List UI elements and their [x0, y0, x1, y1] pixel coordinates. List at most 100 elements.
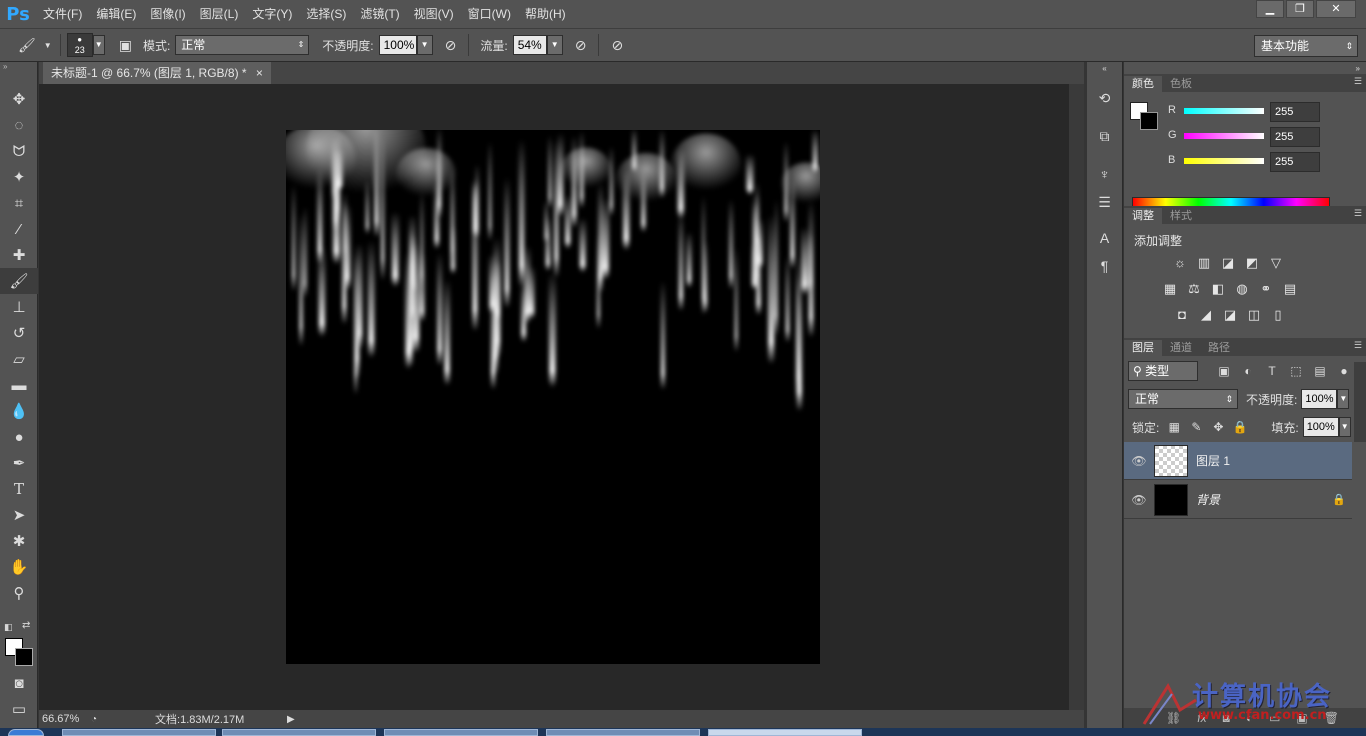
color-lookup-icon[interactable]: ▤ — [1280, 280, 1300, 298]
workspace-select[interactable]: 基本功能 ⇕ — [1254, 35, 1358, 57]
tab-layers[interactable]: 图层 — [1124, 340, 1162, 356]
r-value-field[interactable]: 255 — [1270, 102, 1320, 122]
layer-row-layer1[interactable]: 👁 图层 1 — [1124, 442, 1352, 480]
crop-tool-icon[interactable]: ⌗ — [0, 190, 38, 216]
dodge-tool-icon[interactable]: ● — [0, 424, 38, 450]
visibility-eye-icon[interactable]: 👁 — [1124, 454, 1154, 468]
add-mask-icon[interactable]: ◙ — [1223, 711, 1230, 725]
color-balance-icon[interactable]: ⚖ — [1184, 280, 1204, 298]
collapse-dock-icon[interactable]: « — [1087, 62, 1122, 74]
menu-window[interactable]: 窗口(W) — [461, 0, 518, 28]
brush-size-dropdown[interactable]: ▼ — [92, 35, 105, 55]
hue-saturation-icon[interactable]: ▦ — [1160, 280, 1180, 298]
type-filter-icon[interactable]: T — [1260, 364, 1284, 378]
properties-panel-icon[interactable]: ⧉ — [1087, 122, 1122, 150]
layer-opacity-dropdown[interactable]: ▼ — [1337, 389, 1350, 409]
menu-layer[interactable]: 图层(L) — [193, 0, 246, 28]
layer-row-background[interactable]: 👁 背景 🔒 — [1124, 481, 1352, 519]
menu-select[interactable]: 选择(S) — [299, 0, 353, 28]
collapse-panels-icon[interactable]: » — [1124, 62, 1366, 74]
pixel-filter-icon[interactable]: ▣ — [1212, 364, 1236, 378]
tab-styles[interactable]: 样式 — [1162, 208, 1200, 224]
black-white-icon[interactable]: ◧ — [1208, 280, 1228, 298]
pressure-size-icon[interactable]: ⊘ — [605, 37, 629, 54]
tab-channels[interactable]: 通道 — [1162, 340, 1200, 356]
lasso-tool-icon[interactable]: ᗢ — [0, 138, 38, 164]
vertical-scrollbar[interactable] — [1069, 84, 1084, 710]
zoom-level[interactable]: 66.67% — [39, 713, 91, 725]
fill-field[interactable]: 100% — [1302, 417, 1339, 437]
canvas-workspace[interactable] — [39, 84, 1069, 710]
eyedropper-tool-icon[interactable]: ⁄ — [0, 216, 38, 242]
g-slider[interactable] — [1184, 133, 1264, 139]
pressure-opacity-icon[interactable]: ⊘ — [439, 37, 463, 54]
collapse-toolbar-icon[interactable]: » — [0, 62, 37, 74]
taskbar-item[interactable] — [222, 729, 376, 736]
restore-button[interactable]: ❐ — [1286, 0, 1314, 18]
opacity-dropdown[interactable]: ▼ — [416, 35, 433, 55]
menu-image[interactable]: 图像(I) — [143, 0, 192, 28]
screen-mode-icon[interactable]: ▭ — [0, 696, 38, 722]
panel-menu-icon[interactable]: ☰ — [1354, 76, 1362, 87]
path-selection-tool-icon[interactable]: ➤ — [0, 502, 38, 528]
selective-color-icon[interactable]: ◫ — [1244, 306, 1264, 324]
tab-color[interactable]: 颜色 — [1124, 76, 1162, 92]
chevron-down-icon[interactable]: ▼ — [42, 41, 54, 50]
taskbar-item[interactable] — [62, 729, 216, 736]
brightness-contrast-icon[interactable]: ☼ — [1170, 254, 1190, 272]
menu-file[interactable]: 文件(F) — [36, 0, 89, 28]
adjustment-filter-icon[interactable]: ◐ — [1236, 364, 1260, 378]
r-slider[interactable] — [1184, 108, 1264, 114]
opacity-field[interactable]: 100% — [378, 35, 417, 55]
custom-shape-tool-icon[interactable]: ✱ — [0, 528, 38, 554]
fill-dropdown[interactable]: ▼ — [1338, 417, 1351, 437]
menu-help[interactable]: 帮助(H) — [518, 0, 573, 28]
blend-mode-select[interactable]: 正常 ⇕ — [1128, 389, 1238, 409]
taskbar-item[interactable] — [384, 729, 538, 736]
gradient-map-icon[interactable]: ▯ — [1268, 306, 1288, 324]
threshold-icon[interactable]: ◪ — [1220, 306, 1240, 324]
background-color-swatch[interactable] — [15, 648, 33, 666]
airbrush-icon[interactable]: ⊘ — [569, 37, 593, 54]
b-slider[interactable] — [1184, 158, 1264, 164]
photo-filter-icon[interactable]: ◍ — [1232, 280, 1252, 298]
type-tool-icon[interactable]: T — [0, 476, 38, 502]
status-menu-icon[interactable]: ◔ — [91, 714, 97, 725]
clone-stamp-tool-icon[interactable]: ⊥ — [0, 294, 38, 320]
character-panel-icon[interactable]: A — [1087, 224, 1122, 252]
menu-view[interactable]: 视图(V) — [407, 0, 461, 28]
levels-icon[interactable]: ▥ — [1194, 254, 1214, 272]
brush-settings-icon[interactable]: ☰ — [1087, 188, 1122, 216]
start-button[interactable] — [8, 729, 44, 736]
layer-filter-select[interactable]: ⚲ 类型 — [1128, 361, 1198, 381]
vibrance-icon[interactable]: ▽ — [1266, 254, 1286, 272]
filter-toggle-icon[interactable]: ● — [1332, 364, 1356, 378]
invert-icon[interactable]: ◘ — [1172, 306, 1192, 324]
brush-panel-icon[interactable]: ▣ — [113, 37, 138, 54]
menu-filter[interactable]: 滤镜(T) — [353, 0, 406, 28]
brush-presets-icon[interactable]: ♆ — [1087, 160, 1122, 188]
shape-filter-icon[interactable]: ⬚ — [1284, 364, 1308, 378]
brush-tool-icon[interactable]: 🖌 — [0, 268, 38, 294]
taskbar-item[interactable] — [546, 729, 700, 736]
brush-tool-preset-icon[interactable]: 🖌 — [0, 37, 42, 54]
status-arrow-icon[interactable]: ▶ — [287, 714, 295, 725]
paragraph-panel-icon[interactable]: ¶ — [1087, 252, 1122, 280]
tab-paths[interactable]: 路径 — [1200, 340, 1238, 356]
panel-menu-icon[interactable]: ☰ — [1354, 208, 1362, 219]
delete-layer-icon[interactable]: 🗑 — [1324, 711, 1339, 725]
menu-type[interactable]: 文字(Y) — [245, 0, 299, 28]
healing-brush-tool-icon[interactable]: ✚ — [0, 242, 38, 268]
tab-adjustments[interactable]: 调整 — [1124, 208, 1162, 224]
visibility-eye-icon[interactable]: 👁 — [1124, 493, 1154, 507]
gradient-tool-icon[interactable]: ▬ — [0, 372, 38, 398]
taskbar-item[interactable] — [708, 729, 862, 736]
new-adjustment-icon[interactable]: ◐ — [1246, 711, 1253, 725]
default-colors-icon[interactable]: ◧ — [4, 622, 13, 633]
close-icon[interactable]: × — [256, 66, 263, 80]
tab-swatches[interactable]: 色板 — [1162, 76, 1200, 92]
move-tool-icon[interactable]: ✥ — [0, 86, 38, 112]
curves-icon[interactable]: ◪ — [1218, 254, 1238, 272]
posterize-icon[interactable]: ◢ — [1196, 306, 1216, 324]
quick-mask-icon[interactable]: ◙ — [0, 670, 38, 696]
